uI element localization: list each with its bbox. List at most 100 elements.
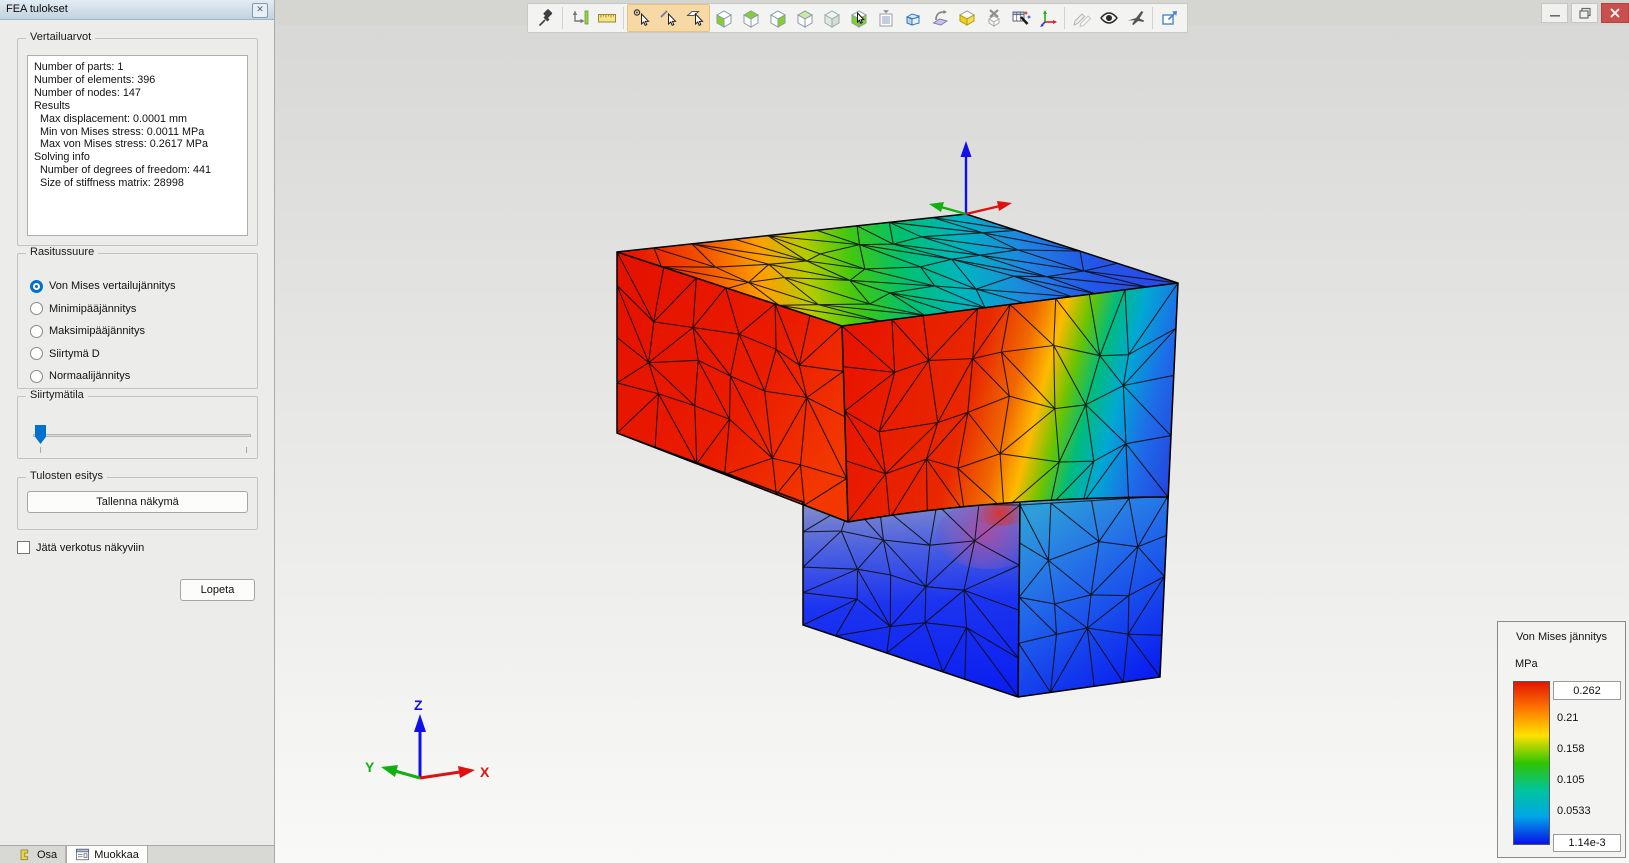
von-mises-legend: Von Mises jännitys MPa 0.262 0.21 0.158 0.… — [1497, 621, 1626, 858]
delete-feature-button[interactable] — [980, 5, 1007, 31]
maximize-button[interactable] — [1571, 3, 1598, 23]
extrude-model-icon — [905, 13, 920, 26]
shaded-view-cube-icon — [823, 10, 840, 28]
radio-unchecked-icon[interactable] — [30, 324, 43, 338]
document-list-icon — [879, 10, 892, 27]
delete-feature-icon — [987, 9, 1000, 27]
fea-results-panel: FEA tulokset ✕ Vertailuarvot Number of p… — [0, 0, 275, 863]
group-vertailuarvot: Vertailuarvot Number of parts: 1 Number o… — [17, 31, 258, 246]
panel-close-button[interactable]: ✕ — [252, 3, 268, 18]
ruler-button[interactable] — [593, 5, 620, 31]
coordinate-axes-button[interactable] — [1034, 5, 1061, 31]
toolbar-separator — [623, 7, 624, 29]
radio-label: Minimipääjännitys — [49, 302, 137, 315]
sheet-bend-button[interactable] — [926, 5, 953, 31]
view-front-cube-icon — [715, 10, 732, 28]
radio-checked-icon[interactable] — [30, 279, 43, 293]
pin-button[interactable] — [532, 5, 559, 31]
zoom-fit-icon — [572, 10, 588, 25]
color-scale-bar — [1513, 681, 1550, 845]
minimize-icon — [1549, 15, 1560, 17]
tab-muokkaa[interactable]: Muokkaa — [66, 846, 148, 863]
displacement-slider-thumb[interactable] — [35, 425, 46, 444]
export-view-icon — [1161, 11, 1177, 25]
view-top-cube-button[interactable] — [737, 5, 764, 31]
sheet-bend-icon — [931, 10, 948, 26]
coordinate-axes-icon — [1039, 10, 1057, 27]
quit-button[interactable]: Lopeta — [180, 579, 255, 601]
radio-label: Maksimipääjännitys — [49, 325, 145, 337]
legend-min-input[interactable]: 1.14e-3 — [1553, 834, 1621, 852]
model-lower-block[interactable] — [803, 494, 1168, 697]
draft-pencils-button[interactable] — [1068, 5, 1095, 31]
panel-title: FEA tulokset — [6, 3, 68, 15]
radio-unchecked-icon[interactable] — [30, 369, 43, 383]
select-edge-cursor-icon — [659, 10, 677, 26]
keep-mesh-checkbox[interactable] — [17, 541, 30, 554]
legend-max-input[interactable]: 0.262 — [1553, 681, 1621, 700]
eye-button[interactable] — [1095, 5, 1122, 31]
legend-tick-value: 0.0533 — [1557, 805, 1591, 817]
results-summary-box: Number of parts: 1 Number of elements: 39… — [27, 55, 248, 236]
application-window: Z Y X Von Mises jännitys MPa 0.262 0.21 0… — [0, 0, 1629, 863]
radio-unchecked-icon[interactable] — [30, 347, 43, 360]
view-left-cube-icon — [769, 10, 786, 28]
select-face-cursor-button[interactable] — [682, 5, 709, 31]
close-button[interactable] — [1601, 3, 1629, 23]
z-axis-label: Z — [414, 697, 423, 713]
displacement-slider-track[interactable] — [33, 434, 251, 437]
legend-tick-value: 0.21 — [1557, 712, 1579, 724]
radio-unchecked-icon[interactable] — [30, 302, 43, 315]
radio-option-1[interactable]: Von Mises vertailujännitys — [30, 278, 176, 294]
tab-label: Osa — [37, 848, 58, 861]
section-box-button[interactable] — [953, 5, 980, 31]
origin-triad — [929, 141, 1012, 216]
view-top-cube-icon — [742, 10, 759, 28]
info-line: Size of stiffness matrix: 28998 — [34, 177, 184, 190]
y-axis-label: Y — [365, 759, 375, 775]
radio-option-4[interactable]: Siirtymä D — [30, 346, 100, 362]
group-label: Tulosten esitys — [26, 470, 107, 482]
x-axis-label: X — [480, 764, 490, 780]
rotate-view-cube-button[interactable] — [845, 5, 872, 31]
info-line: Number of parts: 1 — [34, 61, 124, 73]
view-left-cube-button[interactable] — [764, 5, 791, 31]
info-line: Max von Mises stress: 0.2617 MPa — [34, 138, 209, 151]
fea-model-scene[interactable]: Z Y X — [275, 25, 1629, 863]
model-upper-block[interactable] — [617, 214, 1178, 522]
radio-option-3[interactable]: Maksimipääjännitys — [30, 323, 145, 339]
slider-tick — [246, 447, 247, 453]
radio-option-5[interactable]: Normaalijännitys — [30, 368, 130, 384]
minimize-button[interactable] — [1541, 3, 1568, 23]
section-box-icon — [958, 10, 975, 26]
group-tulosten-esitys: Tulosten esitys Tallenna näkymä — [17, 470, 258, 530]
tab-osa[interactable]: Osa — [10, 846, 67, 863]
export-view-button[interactable] — [1156, 5, 1183, 31]
info-line: Solving info — [34, 151, 90, 164]
pin-icon — [538, 9, 552, 27]
keep-mesh-checkbox-row[interactable]: Jätä verkotus näkyviin — [17, 541, 144, 554]
select-edge-cursor-button[interactable] — [655, 5, 682, 31]
select-point-cursor-button[interactable] — [628, 5, 655, 31]
airplane-icon — [1127, 11, 1144, 25]
shaded-view-cube-button[interactable] — [818, 5, 845, 31]
radio-label: Von Mises vertailujännitys — [49, 280, 176, 292]
ruler-icon — [597, 14, 616, 23]
toolbar-separator — [1064, 7, 1065, 29]
zoom-fit-button[interactable] — [566, 5, 593, 31]
keep-mesh-label: Jätä verkotus näkyviin — [36, 541, 145, 554]
airplane-button[interactable] — [1122, 5, 1149, 31]
table-wand-button[interactable] — [1007, 5, 1034, 31]
view-front-cube-button[interactable] — [710, 5, 737, 31]
document-list-button[interactable] — [872, 5, 899, 31]
eye-icon — [1099, 12, 1118, 24]
save-view-button[interactable]: Tallenna näkymä — [27, 491, 248, 513]
mode-tabbar: Osa Muokkaa — [0, 845, 274, 863]
draft-pencils-icon — [1072, 13, 1091, 28]
extrude-model-button[interactable] — [899, 5, 926, 31]
radio-option-2[interactable]: Minimipääjännitys — [30, 301, 136, 317]
info-line: Max displacement: 0.0001 mm — [34, 112, 188, 125]
panel-titlebar[interactable]: FEA tulokset ✕ — [0, 0, 274, 20]
view-back-cube-button[interactable] — [791, 5, 818, 31]
legend-unit: MPa — [1515, 658, 1538, 670]
